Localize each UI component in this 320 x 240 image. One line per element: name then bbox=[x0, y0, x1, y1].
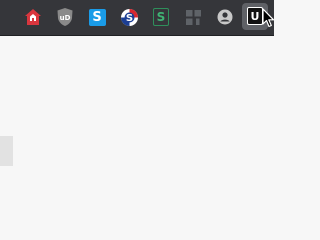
extensions-puzzle-icon[interactable] bbox=[182, 6, 204, 28]
side-panel-edge bbox=[0, 136, 13, 166]
s-badge-icon[interactable]: S bbox=[86, 6, 108, 28]
s-circle-icon[interactable]: S bbox=[118, 6, 140, 28]
ublock-origin-icon[interactable]: uD bbox=[54, 6, 76, 28]
browser-toolbar: uD S S S U bbox=[0, 0, 274, 36]
home-shield-icon[interactable] bbox=[22, 6, 44, 28]
mouse-cursor-icon bbox=[262, 8, 274, 28]
s-badge-box: S bbox=[88, 8, 106, 26]
s-badge-label: S bbox=[92, 9, 102, 25]
s-green-label: S bbox=[156, 10, 166, 24]
s-circle-label: S bbox=[125, 13, 132, 24]
u-extension-box: U bbox=[247, 7, 263, 25]
s-green-box: S bbox=[153, 8, 169, 26]
page-content bbox=[0, 36, 274, 200]
s-green-icon[interactable]: S bbox=[150, 6, 172, 28]
u-extension-label: U bbox=[250, 9, 260, 23]
account-avatar-icon[interactable] bbox=[214, 6, 236, 28]
ublock-label: uD bbox=[60, 14, 71, 22]
